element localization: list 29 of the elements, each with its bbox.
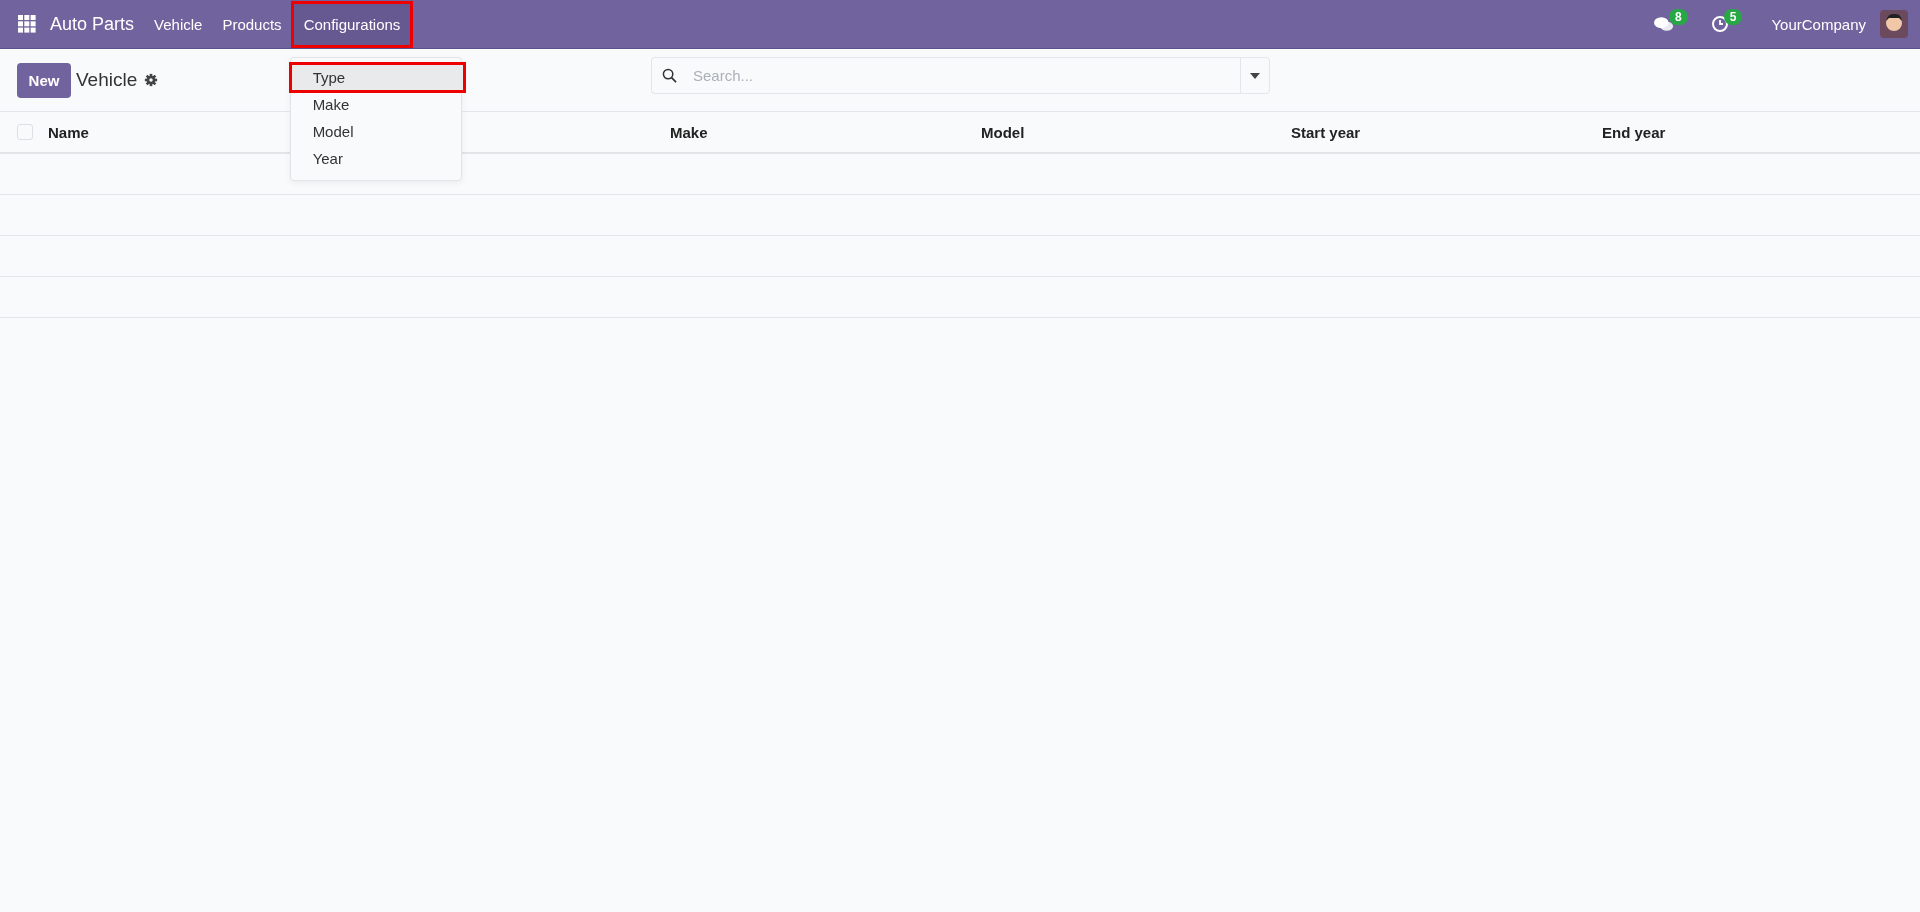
menu-item[interactable]: Configurations	[291, 1, 413, 47]
notification-badge: 5	[1723, 9, 1743, 25]
chat-bubbles-icon[interactable]	[1654, 15, 1675, 33]
dropdown-item[interactable]: Year	[290, 144, 461, 172]
caret-icon	[1250, 72, 1260, 79]
search-icon	[662, 68, 677, 83]
select-all-checkbox[interactable]	[17, 124, 33, 140]
column-header[interactable]: Start year	[1291, 123, 1361, 141]
company-name[interactable]: YourCompany	[1771, 15, 1866, 33]
notification-badge: 8	[1669, 9, 1688, 25]
clock-icon[interactable]	[1710, 15, 1729, 33]
column-header[interactable]: Make	[670, 123, 708, 141]
column-header[interactable]: Model	[981, 123, 1025, 141]
dropdown-item[interactable]: Model	[290, 117, 461, 145]
search-input[interactable]: Search...	[691, 66, 1240, 85]
column-header[interactable]: End year	[1602, 123, 1666, 141]
dropdown-item[interactable]: Type	[290, 63, 464, 91]
search-options-toggle[interactable]	[1240, 57, 1270, 94]
menu-item[interactable]: Products	[212, 1, 292, 47]
settings-icon[interactable]	[144, 73, 159, 87]
avatar-icon[interactable]	[1880, 10, 1908, 38]
app-name[interactable]: Auto Parts	[50, 13, 135, 35]
dropdown-item[interactable]: Make	[290, 90, 461, 118]
app-grid-icon[interactable]	[18, 15, 36, 33]
search-field[interactable]: Search...	[651, 57, 1240, 94]
page-title: Vehicle	[76, 69, 138, 91]
column-header[interactable]: Name	[48, 123, 89, 141]
new-button[interactable]: New	[17, 62, 71, 98]
menu-item[interactable]: Vehicle	[144, 1, 213, 47]
